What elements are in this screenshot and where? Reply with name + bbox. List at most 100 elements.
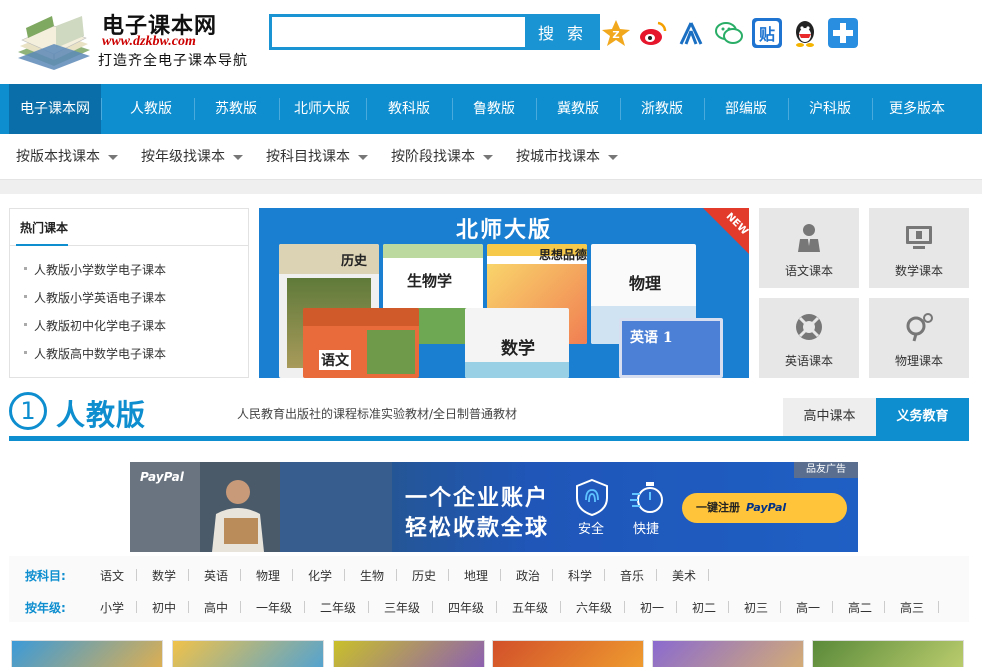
tab-compulsory[interactable]: 义务教育 (876, 398, 969, 436)
nav-item-jijiao[interactable]: 冀教版 (536, 84, 620, 134)
grade-link[interactable]: 初中 (152, 599, 176, 616)
ad-feature-secure: 安全 (578, 518, 604, 537)
grade-link[interactable]: 初一 (640, 599, 664, 616)
grade-link[interactable]: 初二 (692, 599, 716, 616)
qq-icon[interactable] (790, 18, 820, 48)
hot-book-link[interactable]: 人教版初中化学电子课本 (34, 317, 166, 334)
search-button[interactable]: 搜 索 (525, 14, 600, 50)
promo-banner[interactable]: 北师大版 NEW 历史 生物学 思想品德 物理 语文 (259, 208, 749, 378)
grade-link[interactable]: 高中 (204, 599, 228, 616)
ad-banner[interactable]: PayPal 一个企业账户 轻松收款全球 安全 快捷 一键注册PayPal 品友… (130, 462, 858, 552)
hot-book-link[interactable]: 人教版小学数学电子课本 (34, 261, 166, 278)
hot-books-title: 热门课本 (20, 219, 68, 236)
bullet-icon (24, 295, 27, 298)
banner-title: 北师大版 (259, 212, 749, 244)
grade-link[interactable]: 三年级 (384, 599, 420, 616)
qzone-icon[interactable]: Z (601, 18, 631, 48)
grade-link[interactable]: 高三 (900, 599, 924, 616)
grade-link[interactable]: 初三 (744, 599, 768, 616)
subject-link[interactable]: 科学 (568, 567, 592, 584)
subject-link[interactable]: 化学 (308, 567, 332, 584)
subject-link[interactable]: 生物 (360, 567, 384, 584)
divider-band (0, 180, 982, 194)
subject-link[interactable]: 物理 (256, 567, 280, 584)
book-cover-english: 英语 1 (619, 318, 723, 378)
teacher-icon (794, 222, 824, 252)
wechat-icon[interactable] (714, 18, 744, 48)
lifebuoy-icon (794, 312, 824, 342)
main-nav: 电子课本网 人教版 苏教版 北师大版 教科版 鲁教版 冀教版 浙教版 部编版 沪… (0, 84, 982, 134)
nav-item-bubian[interactable]: 部编版 (704, 84, 788, 134)
book-cover-math: 数学 (465, 308, 569, 378)
filter-by-subject[interactable]: 按科目找课本 (266, 134, 368, 180)
nav-item-lujiao[interactable]: 鲁教版 (452, 84, 536, 134)
filter-by-stage[interactable]: 按阶段找课本 (391, 134, 493, 180)
hot-book-link[interactable]: 人教版高中数学电子课本 (34, 345, 166, 362)
subject-row-label: 按科目: (25, 567, 66, 584)
book-thumbnail[interactable] (333, 640, 485, 667)
grade-link[interactable]: 一年级 (256, 599, 292, 616)
svg-text:Z: Z (612, 30, 619, 41)
tile-english[interactable]: 英语课本 (759, 298, 859, 378)
filter-by-grade[interactable]: 按年级找课本 (141, 134, 243, 180)
subject-link[interactable]: 音乐 (620, 567, 644, 584)
tile-chinese[interactable]: 语文课本 (759, 208, 859, 288)
grade-link[interactable]: 五年级 (512, 599, 548, 616)
section-divider (9, 436, 969, 441)
nav-item-sujiao[interactable]: 苏教版 (194, 84, 278, 134)
nav-item-bnu[interactable]: 北师大版 (279, 84, 365, 134)
ad-signup-button[interactable]: 一键注册PayPal (682, 493, 847, 523)
subject-link[interactable]: 政治 (516, 567, 540, 584)
grade-link[interactable]: 二年级 (320, 599, 356, 616)
grade-link[interactable]: 高一 (796, 599, 820, 616)
nav-item-pep[interactable]: 人教版 (109, 84, 193, 134)
svg-text:贴: 贴 (759, 25, 775, 44)
tile-physics[interactable]: 物理课本 (869, 298, 969, 378)
chevron-down-icon (483, 155, 493, 160)
bullet-icon (24, 323, 27, 326)
section-title[interactable]: 人教版 (56, 392, 146, 434)
subject-link[interactable]: 语文 (100, 567, 124, 584)
book-thumbnail[interactable] (812, 640, 964, 667)
ad-brand: PayPal (140, 470, 184, 484)
tile-math[interactable]: 数学课本 (869, 208, 969, 288)
grade-link[interactable]: 高二 (848, 599, 872, 616)
book-thumbnail[interactable] (11, 640, 163, 667)
tieba-icon[interactable]: 贴 (752, 18, 782, 48)
slogan: 打造齐全电子课本导航 (98, 50, 248, 70)
filter-by-city[interactable]: 按城市找课本 (516, 134, 618, 180)
more-share-icon[interactable] (828, 18, 858, 48)
chevron-down-icon (608, 155, 618, 160)
nav-item-jiaoke[interactable]: 教科版 (366, 84, 452, 134)
filter-bar: 按版本找课本 按年级找课本 按科目找课本 按阶段找课本 按城市找课本 (0, 134, 982, 180)
chevron-down-icon (233, 155, 243, 160)
nav-item-zhejiao[interactable]: 浙教版 (620, 84, 704, 134)
subject-link[interactable]: 美术 (672, 567, 696, 584)
site-url[interactable]: www.dzkbw.com (102, 34, 196, 50)
subject-link[interactable]: 历史 (412, 567, 436, 584)
chevron-down-icon (108, 155, 118, 160)
subject-link[interactable]: 英语 (204, 567, 228, 584)
filter-by-edition[interactable]: 按版本找课本 (16, 134, 118, 180)
nav-item-home[interactable]: 电子课本网 (9, 84, 101, 134)
ad-headline-1: 一个企业账户 (405, 480, 549, 512)
book-thumbnail[interactable] (652, 640, 804, 667)
renren-icon[interactable] (676, 18, 706, 48)
tab-high-school[interactable]: 高中课本 (783, 398, 876, 436)
grade-link[interactable]: 小学 (100, 599, 124, 616)
subject-link[interactable]: 地理 (464, 567, 488, 584)
book-thumbnail[interactable] (172, 640, 324, 667)
grade-row-label: 按年级: (25, 599, 66, 616)
search-input[interactable] (269, 14, 525, 50)
nav-item-more[interactable]: 更多版本 (872, 84, 962, 134)
nav-item-huke[interactable]: 沪科版 (788, 84, 872, 134)
book-cover-chinese: 语文 (303, 308, 419, 378)
weibo-icon[interactable] (638, 18, 668, 48)
grade-link[interactable]: 四年级 (448, 599, 484, 616)
shield-fingerprint-icon (575, 478, 609, 516)
hot-book-link[interactable]: 人教版小学英语电子课本 (34, 289, 166, 306)
ad-tag[interactable]: 品友广告 (794, 462, 858, 478)
book-thumbnail[interactable] (492, 640, 644, 667)
grade-link[interactable]: 六年级 (576, 599, 612, 616)
subject-link[interactable]: 数学 (152, 567, 176, 584)
